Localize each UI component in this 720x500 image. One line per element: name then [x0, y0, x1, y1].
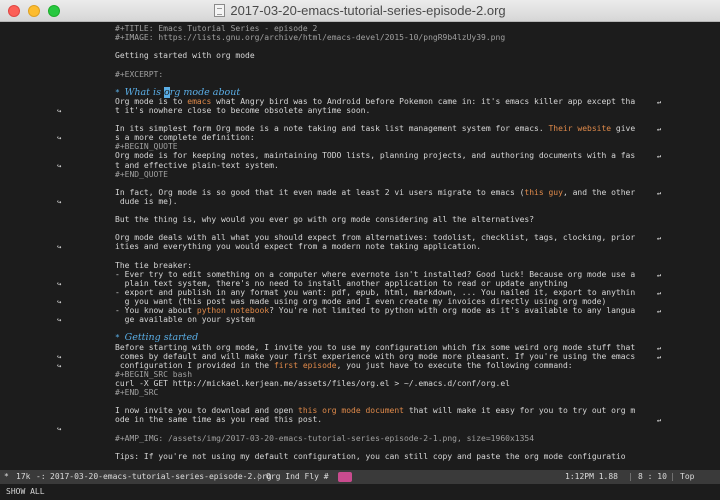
line-wrap-icon: ↵: [657, 125, 662, 134]
buffer-name[interactable]: 2017-03-20-emacs-tutorial-series-episode…: [50, 470, 272, 484]
line-wrap-icon: ↵: [657, 352, 662, 361]
scroll-position: Top: [680, 472, 695, 481]
window-controls: [8, 5, 60, 17]
line-wrap-icon: ↵: [657, 416, 662, 425]
window-titlebar: 2017-03-20-emacs-tutorial-series-episode…: [0, 0, 720, 22]
window-title: 2017-03-20-emacs-tutorial-series-episode…: [230, 3, 506, 18]
window-title-group: 2017-03-20-emacs-tutorial-series-episode…: [214, 3, 506, 18]
encoding-flags: -:: [36, 472, 46, 481]
close-window-button[interactable]: [8, 5, 20, 17]
line-continuation-icon: ↪: [57, 161, 62, 170]
buffer-text: Tips: If you're not using my default con…: [115, 451, 626, 461]
line-wrap-icon: ↵: [657, 152, 662, 161]
cursor-position: 8 : 10: [638, 472, 667, 481]
editor-buffer[interactable]: #+TITLE: Emacs Tutorial Series - episode…: [0, 22, 720, 470]
line-wrap-icon: ↵: [657, 188, 662, 197]
minimize-window-button[interactable]: [28, 5, 40, 17]
line-continuation-icon: ↪: [57, 425, 62, 434]
major-minor-modes[interactable]: Org Ind Fly #: [266, 470, 329, 484]
minibuffer[interactable]: SHOW ALL: [0, 484, 720, 500]
line-continuation-icon: ↪: [57, 279, 62, 288]
mode-line: * 17k -: 2017-03-20-emacs-tutorial-serie…: [0, 470, 720, 484]
zoom-window-button[interactable]: [48, 5, 60, 17]
mode-separator: |: [256, 472, 261, 481]
line-wrap-icon: ↵: [657, 343, 662, 352]
line-wrap-icon: ↵: [657, 270, 662, 279]
buffer-size: 17k: [16, 472, 31, 481]
line-continuation-icon: ↪: [57, 243, 62, 252]
line-wrap-icon: ↵: [657, 307, 662, 316]
clock-load: 1:12PM 1.88: [565, 472, 618, 481]
line-continuation-icon: ↪: [57, 316, 62, 325]
buffer-state: *: [4, 472, 9, 481]
line-continuation-icon: ↪: [57, 352, 62, 361]
buffer-line[interactable]: Tips: If you're not using my default con…: [115, 451, 705, 463]
document-icon: [214, 4, 226, 17]
scroll-separator: |: [670, 472, 675, 481]
line-continuation-icon: ↪: [57, 197, 62, 206]
line-wrap-icon: ↵: [657, 97, 662, 106]
line-continuation-icon: ↪: [57, 361, 62, 370]
line-wrap-icon: ↵: [657, 234, 662, 243]
mode-status-icon: [338, 472, 352, 482]
line-continuation-icon: ↪: [57, 106, 62, 115]
position-separator: |: [628, 472, 633, 481]
line-continuation-icon: ↪: [57, 134, 62, 143]
line-continuation-icon: ↪: [57, 298, 62, 306]
line-wrap-icon: ↵: [657, 288, 662, 297]
